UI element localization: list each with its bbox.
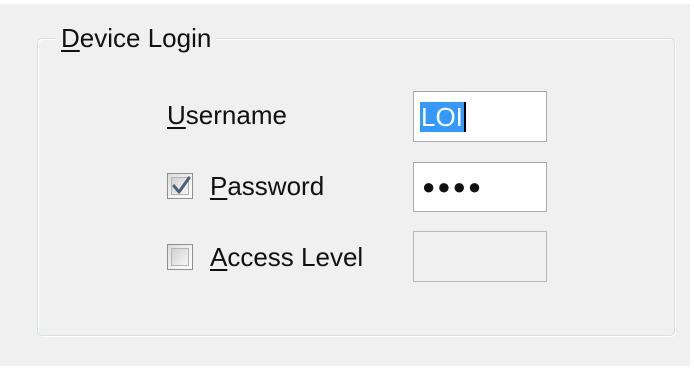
username-label: Username xyxy=(167,99,287,131)
username-input[interactable]: LOI xyxy=(413,91,547,142)
password-input[interactable]: ●●●● xyxy=(413,162,547,212)
username-value: LOI xyxy=(420,101,464,132)
group-title: Device Login xyxy=(56,22,217,54)
password-checkbox[interactable] xyxy=(167,173,193,199)
password-masked-value: ●●●● xyxy=(422,174,484,199)
text-caret xyxy=(463,101,466,132)
password-label: Password xyxy=(210,170,324,202)
access-level-mnemonic: A xyxy=(210,242,228,272)
group-title-text: evice Login xyxy=(79,23,212,53)
access-level-checkbox[interactable] xyxy=(167,244,193,270)
username-label-text: sername xyxy=(185,100,287,130)
access-level-checkbox-box xyxy=(171,248,189,266)
username-mnemonic: U xyxy=(167,100,186,130)
access-level-label-text: ccess Level xyxy=(227,242,364,272)
right-edge xyxy=(690,0,694,370)
access-level-label: Access Level xyxy=(210,241,363,273)
top-edge xyxy=(0,0,694,4)
password-label-text: assword xyxy=(227,171,325,201)
group-title-mnemonic: D xyxy=(61,23,80,53)
password-mnemonic: P xyxy=(210,171,228,201)
checkmark-icon xyxy=(172,176,191,194)
device-login-groupbox xyxy=(37,38,675,336)
access-level-input[interactable] xyxy=(413,231,547,282)
bottom-edge xyxy=(0,366,694,370)
